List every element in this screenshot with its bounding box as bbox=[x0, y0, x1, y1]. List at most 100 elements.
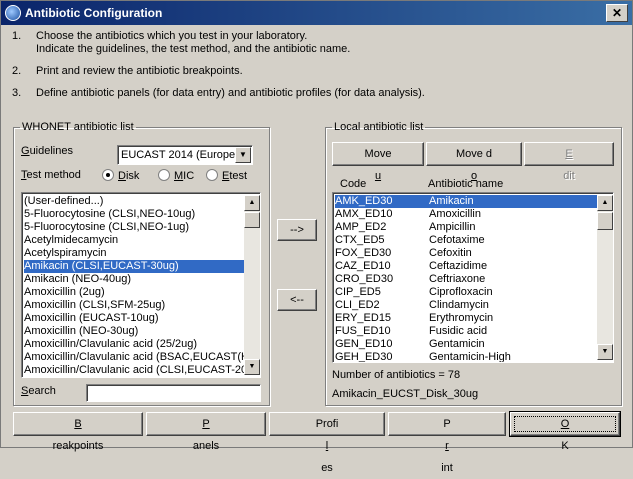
list-item[interactable]: Amoxicillin (EUCAST-10ug) bbox=[24, 312, 244, 325]
row-name: Ceftriaxone bbox=[429, 273, 486, 285]
search-label: Search bbox=[21, 385, 56, 397]
breakpoints-button[interactable]: Breakpoints bbox=[13, 412, 143, 452]
row-name: Amoxicillin bbox=[429, 208, 481, 220]
row-name: Gentamicin bbox=[429, 338, 485, 350]
remove-antibiotic-button[interactable]: <-- bbox=[277, 289, 317, 311]
list-item[interactable]: Amoxicillin (NEO-30ug) bbox=[24, 325, 244, 338]
title-bar[interactable]: Antibiotic Configuration ✕ bbox=[1, 1, 632, 25]
step-text: Print and review the antibiotic breakpoi… bbox=[36, 65, 243, 77]
step-number: 3. bbox=[12, 87, 22, 99]
table-row-selected[interactable]: AMK_ED30 Amikacin bbox=[335, 195, 597, 208]
table-row[interactable]: CLI_ED2 Clindamycin bbox=[335, 299, 597, 312]
antibiotic-configuration-window: Antibiotic Configuration ✕ 1. Choose the… bbox=[0, 0, 633, 474]
step-number: 1. bbox=[12, 30, 22, 42]
whonet-list-scrollbar[interactable]: ▲ ▼ bbox=[244, 195, 260, 375]
list-item[interactable]: 5-Fluorocytosine (CLSI,NEO-10ug) bbox=[24, 208, 244, 221]
table-row[interactable]: CTX_ED5 Cefotaxime bbox=[335, 234, 597, 247]
row-code: AMK_ED30 bbox=[335, 195, 393, 207]
instruction-step-1: 1. Choose the antibiotics which you test… bbox=[12, 30, 612, 60]
add-antibiotic-button[interactable]: --> bbox=[277, 219, 317, 241]
move-down-button[interactable]: Move down bbox=[426, 142, 522, 204]
table-row[interactable]: CAZ_ED10 Ceftazidime bbox=[335, 260, 597, 273]
row-name: Ceftazidime bbox=[429, 260, 488, 272]
scroll-down-icon[interactable]: ▼ bbox=[244, 359, 260, 375]
row-code: AMP_ED2 bbox=[335, 221, 387, 233]
table-row[interactable]: GEN_ED10 Gentamicin bbox=[335, 338, 597, 351]
panels-button[interactable]: Panels bbox=[146, 412, 266, 452]
row-name: Ampicillin bbox=[429, 221, 476, 233]
globe-icon bbox=[5, 5, 21, 21]
list-item[interactable]: Acetylmidecamycin bbox=[24, 234, 244, 247]
window-title: Antibiotic Configuration bbox=[25, 6, 163, 20]
scroll-up-icon[interactable]: ▲ bbox=[244, 195, 260, 211]
guidelines-value: EUCAST 2014 (Europe) bbox=[121, 149, 239, 161]
row-name: Gentamicin-High bbox=[429, 351, 511, 363]
row-name: Clindamycin bbox=[429, 299, 489, 311]
search-input[interactable] bbox=[86, 384, 261, 402]
selected-antibiotic-full-code: Amikacin_EUCST_Disk_30ug bbox=[332, 388, 479, 400]
radio-unselected-icon bbox=[158, 169, 170, 181]
row-name: Amikacin bbox=[429, 195, 474, 207]
list-item[interactable]: Amoxicillin (CLSI,SFM-25ug) bbox=[24, 299, 244, 312]
step-text: Define antibiotic panels (for data entry… bbox=[36, 87, 425, 99]
row-name: Cefoxitin bbox=[429, 247, 472, 259]
list-item[interactable]: Amoxicillin/Clavulanic acid (CLSI,EUCAST… bbox=[24, 364, 244, 377]
list-item[interactable]: Amikacin (NEO-40ug) bbox=[24, 273, 244, 286]
table-row[interactable]: AMP_ED2 Ampicillin bbox=[335, 221, 597, 234]
local-list-scrollbar[interactable]: ▲ ▼ bbox=[597, 195, 613, 360]
list-item[interactable]: 5-Fluorocytosine (CLSI,NEO-1ug) bbox=[24, 221, 244, 234]
guidelines-label: Guidelines bbox=[21, 145, 73, 157]
step-text: Choose the antibiotics which you test in… bbox=[36, 30, 308, 42]
table-row[interactable]: CIP_ED5 Ciprofloxacin bbox=[335, 286, 597, 299]
step-number: 2. bbox=[12, 65, 22, 77]
scroll-down-icon[interactable]: ▼ bbox=[597, 344, 613, 360]
table-row[interactable]: CRO_ED30 Ceftriaxone bbox=[335, 273, 597, 286]
table-row[interactable]: FOX_ED30 Cefoxitin bbox=[335, 247, 597, 260]
list-item[interactable]: Amoxicillin (2ug) bbox=[24, 286, 244, 299]
edit-button[interactable]: Edit bbox=[524, 142, 614, 182]
scroll-thumb[interactable] bbox=[244, 212, 260, 228]
radio-etest[interactable]: Etest bbox=[206, 169, 247, 182]
close-icon: ✕ bbox=[611, 6, 623, 20]
row-code: CTX_ED5 bbox=[335, 234, 385, 246]
list-item[interactable]: (User-defined...) bbox=[24, 195, 244, 208]
row-code: CIP_ED5 bbox=[335, 286, 381, 298]
table-row[interactable]: FUS_ED10 Fusidic acid bbox=[335, 325, 597, 338]
row-name: Fusidic acid bbox=[429, 325, 488, 337]
list-item[interactable]: Acetylspiramycin bbox=[24, 247, 244, 260]
profiles-button[interactable]: Profi l es bbox=[269, 412, 385, 474]
row-code: CAZ_ED10 bbox=[335, 260, 391, 272]
move-up-button[interactable]: Move up bbox=[332, 142, 424, 204]
row-code: ERY_ED15 bbox=[335, 312, 392, 324]
radio-unselected-icon bbox=[206, 169, 218, 181]
table-row[interactable]: GEH_ED30 Gentamicin-High bbox=[335, 351, 597, 363]
row-code: FUS_ED10 bbox=[335, 325, 391, 337]
row-name: Ciprofloxacin bbox=[429, 286, 493, 298]
close-button[interactable]: ✕ bbox=[606, 4, 628, 22]
list-item[interactable]: Amoxicillin/Clavulanic acid (BSAC,EUCAST… bbox=[24, 351, 244, 364]
row-code: FOX_ED30 bbox=[335, 247, 392, 259]
row-code: CLI_ED2 bbox=[335, 299, 380, 311]
group-legend: Local antibiotic list bbox=[334, 121, 424, 133]
table-row[interactable]: AMX_ED10 Amoxicillin bbox=[335, 208, 597, 221]
row-name: Erythromycin bbox=[429, 312, 494, 324]
scroll-thumb[interactable] bbox=[597, 212, 613, 230]
scroll-up-icon[interactable]: ▲ bbox=[597, 195, 613, 211]
ok-button[interactable]: OK bbox=[509, 411, 621, 452]
test-method-label: Test method bbox=[21, 169, 81, 181]
row-code: GEH_ED30 bbox=[335, 351, 393, 363]
local-antibiotic-listbox[interactable]: AMK_ED30 Amikacin AMX_ED10 Amoxicillin AMP… bbox=[332, 192, 614, 363]
row-code: GEN_ED10 bbox=[335, 338, 393, 350]
radio-disk[interactable]: Disk bbox=[102, 169, 139, 182]
table-row[interactable]: ERY_ED15 Erythromycin bbox=[335, 312, 597, 325]
chevron-down-icon[interactable]: ▼ bbox=[235, 147, 251, 163]
whonet-antibiotic-listbox[interactable]: (User-defined...) 5-Fluorocytosine (CLSI… bbox=[21, 192, 261, 378]
instruction-step-3: 3. Define antibiotic panels (for data en… bbox=[12, 87, 612, 101]
antibiotic-count: Number of antibiotics = 78 bbox=[332, 369, 461, 381]
radio-mic[interactable]: MIC bbox=[158, 169, 194, 182]
row-code: CRO_ED30 bbox=[335, 273, 394, 285]
print-button[interactable]: Pr int bbox=[388, 412, 506, 474]
guidelines-select[interactable]: EUCAST 2014 (Europe) ▼ bbox=[117, 145, 253, 165]
list-item[interactable]: Amoxicillin/Clavulanic acid (25/2ug) bbox=[24, 338, 244, 351]
list-item-selected[interactable]: Amikacin (CLSI,EUCAST-30ug) bbox=[24, 260, 244, 273]
